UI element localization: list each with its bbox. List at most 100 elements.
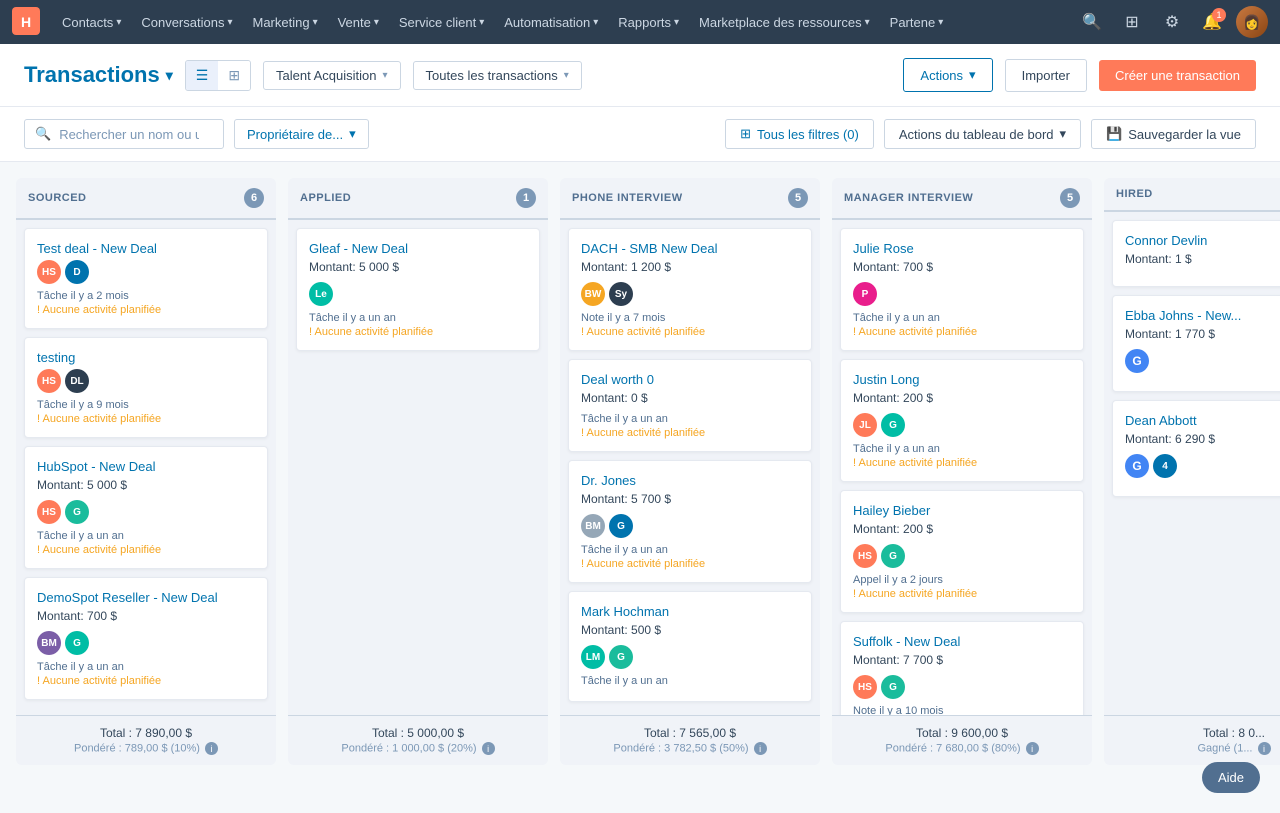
deal-name[interactable]: Julie Rose — [853, 241, 1071, 256]
deal-card[interactable]: Dr. Jones Montant: 5 700 $ BMG Tâche il … — [568, 460, 812, 583]
deal-name[interactable]: Hailey Bieber — [853, 503, 1071, 518]
apps-button[interactable]: ⊞ — [1116, 6, 1148, 38]
deal-meta: Note il y a 10 mois — [853, 705, 1071, 715]
deal-name[interactable]: Justin Long — [853, 372, 1071, 387]
deal-name[interactable]: Dr. Jones — [581, 473, 799, 488]
deal-card[interactable]: DemoSpot Reseller - New Deal Montant: 70… — [24, 577, 268, 700]
help-label: Aide — [1218, 770, 1244, 785]
deal-name[interactable]: Dean Abbott — [1125, 413, 1280, 428]
grid-view-button[interactable]: ⊞ — [218, 61, 250, 90]
deal-avatar: G — [65, 631, 89, 655]
nav-item-automatisation[interactable]: Automatisation▾ — [494, 9, 608, 36]
notifications-button[interactable]: 🔔 1 — [1196, 6, 1228, 38]
deal-card[interactable]: Julie Rose Montant: 700 $ P Tâche il y a… — [840, 228, 1084, 351]
deal-card[interactable]: Justin Long Montant: 200 $ JLG Tâche il … — [840, 359, 1084, 482]
transaction-filter-dropdown[interactable]: Toutes les transactions ▾ — [413, 61, 582, 90]
deal-card[interactable]: Ebba Johns - New... Montant: 1 770 $ G — [1112, 295, 1280, 392]
deal-amount: Montant: 5 000 $ — [309, 260, 527, 274]
deal-avatar: G — [881, 413, 905, 437]
nav-chevron-service: ▾ — [479, 17, 484, 28]
info-icon-hired[interactable]: i — [1258, 742, 1271, 755]
info-icon-manager_interview[interactable]: i — [1026, 742, 1039, 755]
deal-card[interactable]: DACH - SMB New Deal Montant: 1 200 $ BWS… — [568, 228, 812, 351]
actions-button[interactable]: Actions ▾ — [903, 58, 992, 92]
column-count-phone_interview: 5 — [788, 188, 808, 208]
deal-meta: Tâche il y a un an — [37, 530, 255, 542]
create-transaction-button[interactable]: Créer une transaction — [1099, 60, 1256, 91]
transaction-filter-label: Toutes les transactions — [426, 68, 558, 83]
list-view-button[interactable]: ☰ — [186, 61, 219, 90]
pipeline-dropdown[interactable]: Talent Acquisition ▾ — [263, 61, 400, 90]
nav-item-conversations[interactable]: Conversations▾ — [131, 9, 242, 36]
deal-card[interactable]: Test deal - New Deal HSD Tâche il y a 2 … — [24, 228, 268, 329]
search-input[interactable] — [59, 127, 199, 142]
deal-avatars: Le — [309, 282, 527, 306]
deal-name[interactable]: Gleaf - New Deal — [309, 241, 527, 256]
deal-name[interactable]: Test deal - New Deal — [37, 241, 255, 256]
deal-meta: Note il y a 7 mois — [581, 312, 799, 324]
deal-amount: Montant: 1 $ — [1125, 252, 1280, 266]
info-icon-phone_interview[interactable]: i — [754, 742, 767, 755]
deal-amount: Montant: 500 $ — [581, 623, 799, 637]
deal-card[interactable]: Hailey Bieber Montant: 200 $ HSG Appel i… — [840, 490, 1084, 613]
column-footer-hired: Total : 8 0... Gagné (1... i — [1104, 715, 1280, 765]
info-icon-sourced[interactable]: i — [205, 742, 218, 755]
deal-avatar: BM — [581, 514, 605, 538]
save-icon: 💾 — [1106, 126, 1122, 142]
deal-card[interactable]: Connor Devlin Montant: 1 $ — [1112, 220, 1280, 287]
deal-card[interactable]: Deal worth 0 Montant: 0 $ Tâche il y a u… — [568, 359, 812, 452]
deal-name[interactable]: Suffolk - New Deal — [853, 634, 1071, 649]
nav-chevron-marketing: ▾ — [313, 17, 318, 28]
deal-name[interactable]: DACH - SMB New Deal — [581, 241, 799, 256]
title-chevron-icon[interactable]: ▾ — [166, 67, 173, 84]
deal-amount: Montant: 5 700 $ — [581, 492, 799, 506]
nav-chevron-conversations: ▾ — [227, 17, 232, 28]
hubspot-logo[interactable]: H — [12, 7, 40, 38]
deal-name[interactable]: Connor Devlin — [1125, 233, 1280, 248]
nav-item-partene[interactable]: Partene▾ — [880, 9, 954, 36]
deal-card[interactable]: HubSpot - New Deal Montant: 5 000 $ HSG … — [24, 446, 268, 569]
import-button[interactable]: Importer — [1005, 59, 1087, 92]
deal-name[interactable]: Deal worth 0 — [581, 372, 799, 387]
board-actions-chevron-icon: ▾ — [1060, 126, 1067, 142]
deal-avatars: JLG — [853, 413, 1071, 437]
column-count-sourced: 6 — [244, 188, 264, 208]
nav-item-marketplace[interactable]: Marketplace des ressources▾ — [689, 9, 880, 36]
column-cards-sourced: Test deal - New Deal HSD Tâche il y a 2 … — [16, 220, 276, 715]
all-filters-button[interactable]: ⊞ Tous les filtres (0) — [725, 119, 874, 149]
nav-item-rapports[interactable]: Rapports▾ — [608, 9, 689, 36]
owner-filter-button[interactable]: Propriétaire de... ▾ — [234, 119, 369, 149]
deal-name[interactable]: HubSpot - New Deal — [37, 459, 255, 474]
save-view-label: Sauvegarder la vue — [1128, 127, 1241, 142]
deal-card[interactable]: testing HSDL Tâche il y a 9 mois ! Aucun… — [24, 337, 268, 438]
search-nav-button[interactable]: 🔍 — [1076, 6, 1108, 38]
deal-warning: ! Aucune activité planifiée — [37, 675, 255, 687]
deal-card[interactable]: Mark Hochman Montant: 500 $ LMG Tâche il… — [568, 591, 812, 702]
deal-meta: Tâche il y a un an — [37, 661, 255, 673]
deal-avatars: G4 — [1125, 454, 1280, 478]
deal-card[interactable]: Gleaf - New Deal Montant: 5 000 $ Le Tâc… — [296, 228, 540, 351]
deal-name[interactable]: testing — [37, 350, 255, 365]
user-avatar[interactable]: 👩 — [1236, 6, 1268, 38]
column-footer-applied: Total : 5 000,00 $ Pondéré : 1 000,00 $ … — [288, 715, 548, 765]
column-footer-sourced: Total : 7 890,00 $ Pondéré : 789,00 $ (1… — [16, 715, 276, 765]
deal-avatar: G — [65, 500, 89, 524]
nav-label-service: Service client — [399, 15, 476, 30]
deal-name[interactable]: Mark Hochman — [581, 604, 799, 619]
column-title-applied: APPLIED — [300, 192, 351, 204]
settings-button[interactable]: ⚙ — [1156, 6, 1188, 38]
deal-card[interactable]: Dean Abbott Montant: 6 290 $ G4 — [1112, 400, 1280, 497]
info-icon-applied[interactable]: i — [482, 742, 495, 755]
search-box[interactable]: 🔍 — [24, 119, 224, 149]
deal-card[interactable]: Suffolk - New Deal Montant: 7 700 $ HSG … — [840, 621, 1084, 715]
deal-avatars: HSD — [37, 260, 255, 284]
nav-item-service[interactable]: Service client▾ — [389, 9, 494, 36]
save-view-button[interactable]: 💾 Sauvegarder la vue — [1091, 119, 1256, 149]
nav-item-marketing[interactable]: Marketing▾ — [242, 9, 327, 36]
nav-item-contacts[interactable]: Contacts▾ — [52, 9, 131, 36]
deal-name[interactable]: Ebba Johns - New... — [1125, 308, 1280, 323]
board-actions-button[interactable]: Actions du tableau de bord ▾ — [884, 119, 1081, 149]
help-button[interactable]: Aide — [1202, 762, 1260, 793]
deal-name[interactable]: DemoSpot Reseller - New Deal — [37, 590, 255, 605]
nav-item-vente[interactable]: Vente▾ — [328, 9, 389, 36]
